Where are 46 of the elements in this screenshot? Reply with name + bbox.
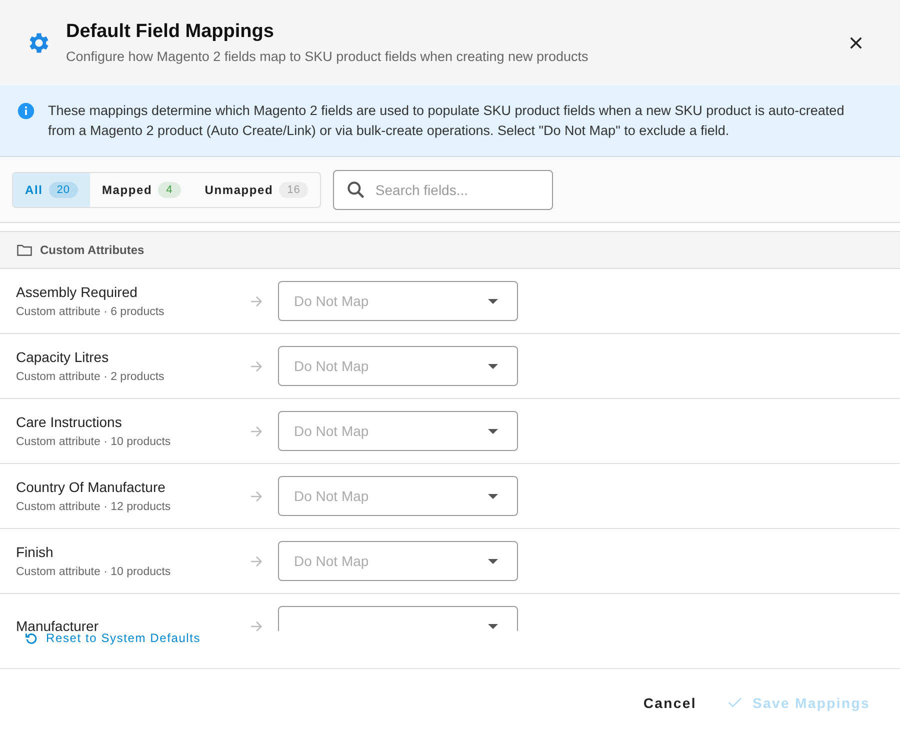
field-name: Care Instructions	[16, 414, 123, 430]
count-badge: 20	[48, 182, 78, 198]
mapping-dropdown[interactable]: Do Not Map	[278, 541, 518, 581]
section-title: Custom Attributes	[40, 243, 144, 257]
field-name: Assembly Required	[16, 284, 138, 300]
caret-icon	[488, 428, 498, 434]
caret-icon	[488, 624, 498, 628]
arrow-icon	[250, 360, 263, 372]
field-detail: Custom attribute · 2 products	[16, 371, 166, 383]
caret-icon	[488, 558, 498, 564]
field-detail: Custom attribute · 10 products	[16, 436, 172, 448]
arrow-icon	[250, 424, 263, 438]
caret-icon	[488, 298, 498, 304]
info-text: These mappings determine which Magento 2 fields are used to populate SKU product fields when a new SKU product is auto-created from a Magento 2 product (Auto Create/Link) or via bulk-create operations. Select "Do Not Map" to exclude a field.	[48, 102, 846, 140]
mapping-dropdown[interactable]: Do Not Map	[278, 411, 518, 451]
cancel-button[interactable]: Cancel	[631, 686, 708, 718]
filter-tab[interactable]: All 20	[13, 172, 90, 206]
dialog-title: Default Field Mappings	[66, 21, 275, 43]
caret-icon	[488, 364, 498, 368]
caret-icon	[488, 494, 498, 498]
field-name: Finish	[16, 544, 54, 560]
arrow-icon	[250, 294, 263, 308]
field-detail: Custom attribute · 12 products	[16, 501, 172, 513]
filter-tab[interactable]: Unmapped 16	[192, 172, 320, 206]
reset-icon	[25, 632, 38, 644]
field-detail: Custom attribute · 6 products	[16, 306, 166, 318]
info-icon	[17, 102, 35, 120]
filter-tab[interactable]: Mapped 4	[90, 172, 193, 206]
arrow-icon	[250, 490, 263, 502]
reset-link[interactable]: Reset to System Defaults	[25, 631, 201, 645]
folder-icon	[17, 244, 32, 256]
field-detail: Custom attribute · 10 products	[16, 566, 172, 578]
mapping-dropdown[interactable]: Do Not Map	[278, 281, 518, 321]
arrow-icon	[250, 620, 263, 631]
field-name: Manufacturer	[16, 618, 100, 631]
count-badge: 16	[279, 182, 308, 198]
arrow-icon	[250, 554, 263, 568]
field-name: Country Of Manufacture	[16, 479, 166, 495]
field-name: Capacity Litres	[16, 349, 110, 365]
mapping-dropdown[interactable]: Do Not Map	[278, 346, 518, 386]
check-icon	[728, 697, 742, 708]
mapping-dropdown[interactable]: Do Not Map	[278, 476, 518, 516]
count-badge: 4	[158, 182, 181, 198]
close-icon	[850, 36, 862, 48]
dialog-subtitle: Configure how Magento 2 fields map to SKU product fields when creating new products	[66, 49, 590, 64]
search-field[interactable]: Search fields...	[333, 170, 554, 210]
